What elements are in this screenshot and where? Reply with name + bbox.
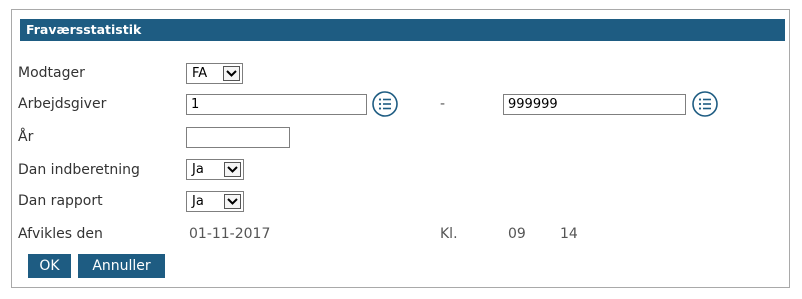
afvikles-label: Afvikles den [18,226,103,242]
dialog-title: Fraværsstatistik [20,19,785,41]
dan-rapport-value: Ja [192,194,204,209]
kl-label: Kl. [440,226,458,242]
dialog-panel: Fraværsstatistik [11,9,790,288]
dan-indberetning-value: Ja [192,162,204,177]
aar-input[interactable] [186,127,290,148]
afvikles-date: 01-11-2017 [189,226,271,242]
aar-label: År [18,129,34,145]
afvikles-hour: 09 [508,226,526,242]
arbejdsgiver-from-input[interactable]: 1 [186,94,367,115]
chevron-down-icon[interactable] [224,162,241,177]
dan-indberetning-select[interactable]: Ja [186,159,244,180]
dan-indberetning-label: Dan indberetning [18,162,140,178]
range-separator: - [440,96,446,112]
chevron-down-icon[interactable] [224,194,241,209]
arbejdsgiver-to-input[interactable]: 999999 [503,94,686,115]
ok-button[interactable]: OK [28,254,71,278]
dan-rapport-label: Dan rapport [18,193,103,209]
dan-rapport-select[interactable]: Ja [186,191,244,212]
cancel-button[interactable]: Annuller [78,254,165,278]
arbejdsgiver-label: Arbejdsgiver [18,96,107,112]
modtager-select-value: FA [192,66,208,81]
chevron-down-icon[interactable] [223,66,240,81]
list-lookup-icon[interactable] [691,90,719,118]
afvikles-minute: 14 [560,226,578,242]
modtager-label: Modtager [18,65,85,81]
modtager-select[interactable]: FA [186,63,243,84]
list-lookup-icon[interactable] [371,90,399,118]
